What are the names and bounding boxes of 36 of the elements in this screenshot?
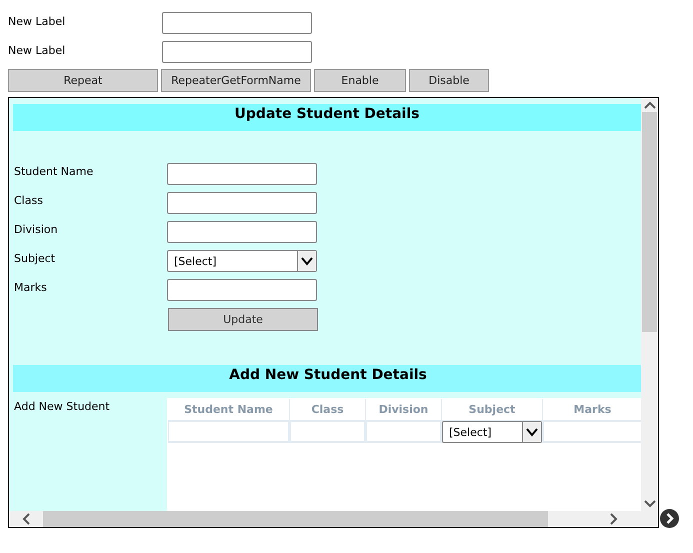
input-field[interactable] — [167, 163, 317, 185]
section-header: Update Student Details — [13, 104, 641, 131]
caret-icon — [297, 251, 316, 271]
action-button[interactable]: Repeat — [8, 69, 158, 92]
column-header: Marks — [543, 399, 641, 420]
vertical-scrollbar[interactable] — [641, 98, 658, 511]
field-label: Add New Student — [13, 399, 111, 415]
field-label: New Label — [8, 43, 66, 57]
field-label: Student Name — [14, 164, 94, 178]
input-field[interactable] — [167, 192, 317, 214]
column-header: Student Name — [168, 399, 289, 420]
input-field[interactable] — [167, 221, 317, 243]
table-input[interactable] — [290, 421, 365, 442]
column-header: Division — [366, 399, 441, 420]
table-input[interactable] — [168, 421, 289, 442]
field-label: Marks — [14, 280, 48, 294]
subject-dropdown[interactable]: [Select] — [442, 421, 542, 443]
field-label: Subject — [14, 251, 56, 265]
input-field[interactable] — [162, 12, 312, 34]
action-button[interactable]: Enable — [314, 69, 406, 92]
table-input[interactable] — [366, 421, 441, 442]
horizontal-scrollbar[interactable] — [9, 511, 641, 527]
table-input[interactable] — [543, 421, 641, 442]
column-header: Subject — [442, 399, 542, 420]
field-label: Division — [14, 222, 59, 236]
action-button[interactable]: Disable — [409, 69, 489, 92]
field-label: Class — [14, 193, 44, 207]
section-header: Add New Student Details — [13, 365, 641, 392]
field-label: New Label — [8, 14, 66, 28]
column-header: Class — [290, 399, 365, 420]
next-icon[interactable] — [660, 509, 679, 528]
input-field[interactable] — [167, 279, 317, 301]
update-button[interactable]: Update — [168, 308, 318, 331]
action-button[interactable]: RepeaterGetFormName — [161, 69, 311, 92]
subject-dropdown[interactable]: [Select] — [167, 250, 317, 272]
input-field[interactable] — [162, 41, 312, 63]
